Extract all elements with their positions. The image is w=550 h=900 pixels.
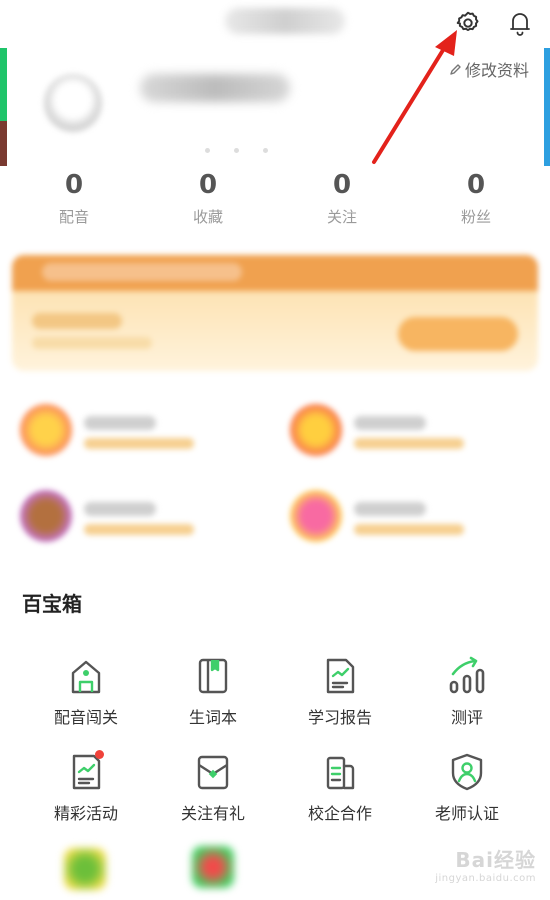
tool-label: 精彩活动 bbox=[53, 804, 118, 823]
stat-following[interactable]: 0 关注 bbox=[302, 168, 382, 227]
promo-banner[interactable] bbox=[12, 255, 538, 371]
stat-favorites[interactable]: 0 收藏 bbox=[168, 168, 248, 227]
notifications-button[interactable] bbox=[505, 8, 535, 38]
blurred-info-dots bbox=[205, 138, 305, 153]
tool-study-report[interactable]: 学习报告 bbox=[280, 656, 400, 728]
teacher-shield-icon bbox=[451, 753, 483, 791]
assessment-chart-icon bbox=[449, 656, 485, 694]
tool-dubbing-challenge[interactable]: 配音闯关 bbox=[26, 656, 146, 728]
blurred-username bbox=[225, 8, 345, 34]
blurred-tool-icon[interactable] bbox=[192, 846, 234, 888]
tool-label: 校企合作 bbox=[307, 804, 372, 823]
pencil-icon bbox=[450, 64, 461, 75]
tool-school-enterprise[interactable]: 校企合作 bbox=[280, 752, 400, 824]
bell-icon bbox=[510, 13, 530, 36]
toolbox-title: 百宝箱 bbox=[22, 592, 82, 616]
blurred-tool-icon[interactable] bbox=[64, 848, 106, 890]
stat-label: 粉丝 bbox=[460, 208, 491, 226]
task-card[interactable] bbox=[20, 490, 260, 550]
gift-envelope-icon bbox=[197, 755, 229, 790]
tool-teacher-certification[interactable]: 老师认证 bbox=[407, 752, 527, 824]
stat-dubbing[interactable]: 0 配音 bbox=[34, 168, 114, 227]
stat-followers[interactable]: 0 粉丝 bbox=[436, 168, 516, 227]
tool-label: 测评 bbox=[450, 708, 483, 727]
stat-label: 关注 bbox=[326, 208, 357, 226]
tool-label: 生词本 bbox=[188, 708, 237, 727]
tool-label: 配音闯关 bbox=[53, 708, 118, 727]
left-edge-strip bbox=[0, 48, 7, 166]
edit-profile-label: 修改资料 bbox=[465, 61, 530, 80]
tool-label: 学习报告 bbox=[307, 708, 372, 727]
avatar[interactable] bbox=[44, 74, 102, 132]
stat-value: 0 bbox=[332, 170, 352, 200]
right-edge-strip bbox=[544, 48, 550, 166]
task-card[interactable] bbox=[290, 404, 530, 464]
stat-value: 0 bbox=[466, 170, 486, 200]
edit-profile-link[interactable]: 修改资料 bbox=[449, 57, 529, 81]
tool-assessment[interactable]: 测评 bbox=[407, 656, 527, 728]
new-badge-dot bbox=[95, 750, 104, 759]
tool-label: 关注有礼 bbox=[180, 804, 245, 823]
watermark-line2: jingyan.baidu.com bbox=[435, 873, 536, 884]
report-icon bbox=[326, 658, 355, 694]
gear-icon bbox=[456, 11, 479, 32]
cooperation-icon bbox=[326, 756, 355, 790]
tool-vocabulary-book[interactable]: 生词本 bbox=[153, 656, 273, 728]
notebook-icon bbox=[198, 658, 228, 694]
stat-value: 0 bbox=[198, 170, 218, 200]
task-card[interactable] bbox=[20, 404, 260, 464]
tool-activities[interactable]: 精彩活动 bbox=[26, 750, 146, 824]
stat-label: 配音 bbox=[58, 208, 89, 226]
tool-label: 老师认证 bbox=[434, 804, 499, 823]
promo-action-button[interactable] bbox=[398, 317, 518, 351]
settings-button[interactable] bbox=[453, 8, 483, 38]
tool-follow-gift[interactable]: 关注有礼 bbox=[153, 752, 273, 824]
watermark-line1: Bai经验 bbox=[455, 848, 536, 872]
stat-value: 0 bbox=[64, 170, 84, 200]
house-icon bbox=[71, 660, 101, 694]
baidu-watermark: Bai经验 jingyan.baidu.com bbox=[435, 844, 536, 884]
task-card[interactable] bbox=[290, 490, 530, 550]
blurred-nickname bbox=[140, 74, 290, 102]
stat-label: 收藏 bbox=[192, 208, 223, 226]
stats-row: 0 配音 0 收藏 0 关注 0 粉丝 bbox=[0, 168, 550, 234]
